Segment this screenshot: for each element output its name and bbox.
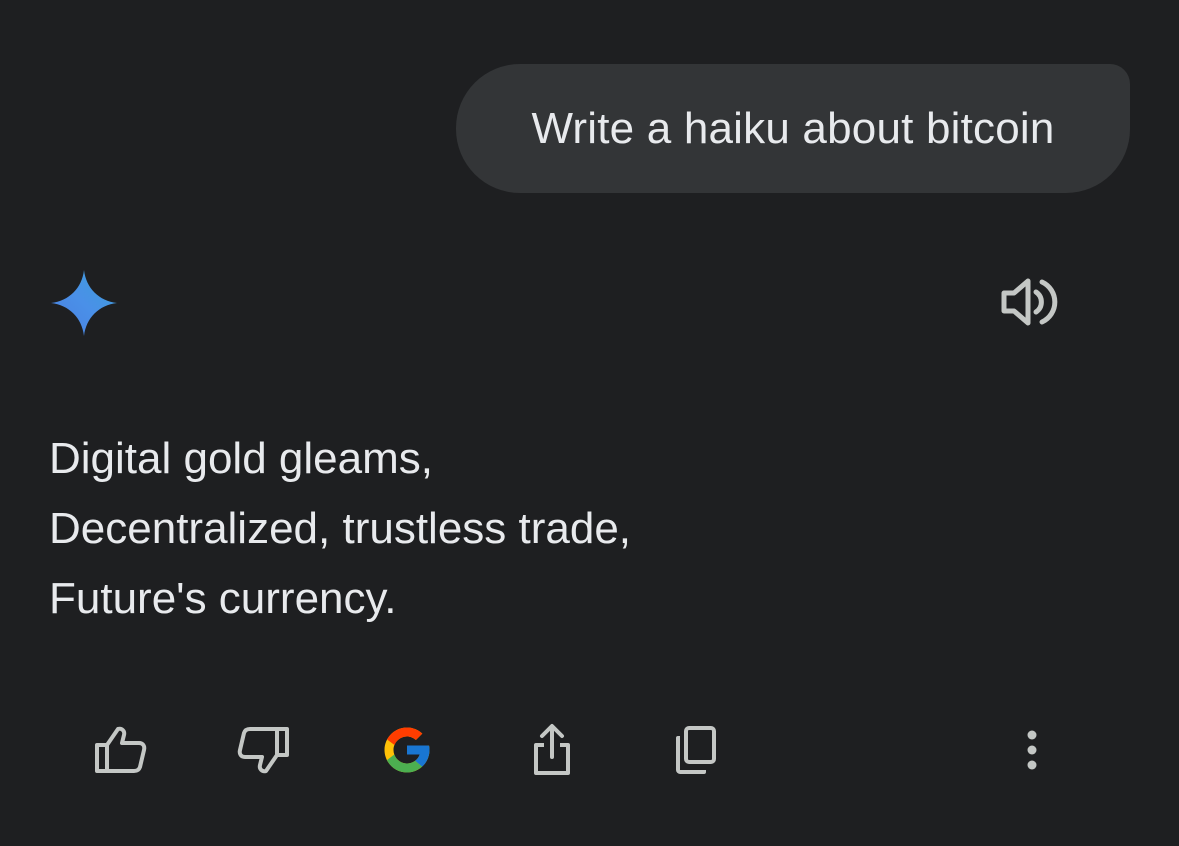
google-icon xyxy=(380,723,434,777)
response-line: Digital gold gleams, xyxy=(49,434,433,483)
speaker-icon xyxy=(998,274,1058,330)
google-search-button[interactable] xyxy=(375,718,439,782)
thumbs-up-button[interactable] xyxy=(89,718,153,782)
copy-icon xyxy=(674,726,718,774)
more-options-button[interactable] xyxy=(1000,718,1064,782)
thumbs-up-icon xyxy=(94,725,148,775)
response-actions xyxy=(0,718,1179,782)
share-button[interactable] xyxy=(520,718,584,782)
gemini-sparkle-icon xyxy=(51,270,117,336)
user-message-text: Write a haiku about bitcoin xyxy=(531,103,1055,153)
response-text: Digital gold gleams, Decentralized, trus… xyxy=(49,424,1049,634)
read-aloud-button[interactable] xyxy=(996,272,1060,332)
user-message-bubble: Write a haiku about bitcoin xyxy=(456,64,1130,193)
thumbs-down-icon xyxy=(236,725,290,775)
more-vertical-icon xyxy=(1026,729,1038,771)
thumbs-down-button[interactable] xyxy=(231,718,295,782)
response-line: Future's currency. xyxy=(49,574,397,623)
copy-button[interactable] xyxy=(664,718,728,782)
response-line: Decentralized, trustless trade, xyxy=(49,504,632,553)
share-icon xyxy=(530,723,574,777)
